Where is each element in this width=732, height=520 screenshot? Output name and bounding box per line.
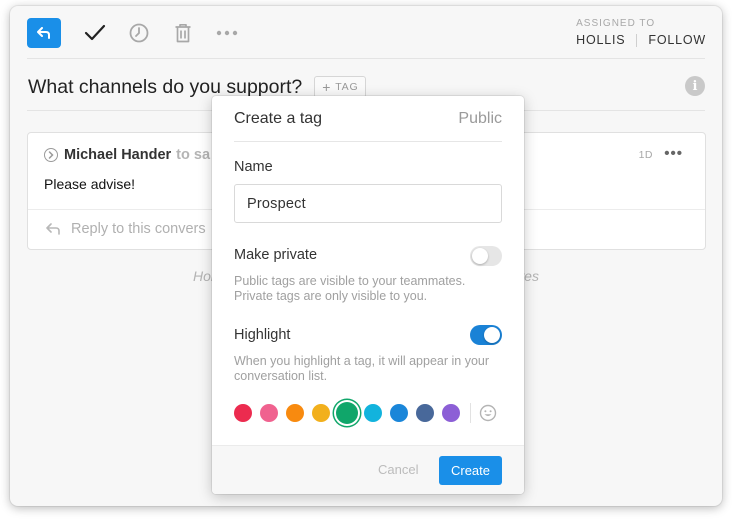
mark-done-button[interactable]	[78, 18, 112, 48]
reply-placeholder: Reply to this convers	[71, 221, 206, 237]
add-tag-button[interactable]: + TAG	[314, 76, 367, 98]
recipient-text: to sa	[176, 147, 211, 163]
color-swatch-7[interactable]	[390, 404, 408, 422]
snooze-button[interactable]	[122, 18, 156, 48]
make-private-toggle[interactable]	[470, 246, 502, 266]
popover-title: Create a tag	[234, 109, 323, 127]
color-swatch-5[interactable]	[336, 402, 358, 424]
name-label: Name	[234, 159, 273, 175]
clock-icon	[129, 23, 149, 43]
create-button[interactable]: Create	[439, 456, 502, 485]
more-actions-button[interactable]	[210, 18, 244, 48]
color-swatches	[234, 402, 497, 424]
highlight-toggle[interactable]	[470, 325, 502, 345]
follow-button[interactable]: FOLLOW	[648, 33, 706, 47]
divider	[470, 403, 471, 423]
color-swatch-4[interactable]	[312, 404, 330, 422]
expand-chevron-icon[interactable]	[44, 148, 58, 162]
toolbar-divider	[27, 58, 705, 59]
plus-icon: +	[322, 79, 332, 95]
checkmark-icon	[84, 24, 106, 41]
private-help-line-1: Public tags are visible to your teammate…	[234, 274, 466, 288]
reply-arrow-icon	[37, 27, 50, 39]
smiley-icon[interactable]	[479, 404, 497, 422]
make-private-label: Make private	[234, 247, 318, 263]
private-help-line-2: Private tags are only visible to you.	[234, 289, 428, 303]
highlight-help-line-2: conversation list.	[234, 369, 328, 383]
assignment-panel: ASSIGNED TO HOLLIS FOLLOW	[576, 18, 706, 47]
reply-button[interactable]	[27, 18, 61, 48]
trash-icon	[175, 23, 191, 43]
color-swatch-9[interactable]	[442, 404, 460, 422]
cancel-button[interactable]: Cancel	[378, 462, 418, 477]
assigned-to-label: ASSIGNED TO	[576, 18, 656, 29]
message-more-button[interactable]: •••	[664, 145, 683, 162]
create-tag-popover: Create a tag Public Name Make private Pu…	[212, 96, 524, 494]
message-body: Please advise!	[44, 176, 136, 192]
toggle-knob	[472, 248, 488, 264]
toggle-knob	[484, 327, 500, 343]
color-swatch-3[interactable]	[286, 404, 304, 422]
assignee-button[interactable]: HOLLIS	[576, 33, 625, 47]
tag-name-input[interactable]	[234, 184, 502, 223]
message-time: 1D	[638, 149, 653, 161]
add-tag-label: TAG	[335, 81, 359, 93]
highlight-help-text: When you highlight a tag, it will appear…	[234, 354, 504, 384]
color-swatch-8[interactable]	[416, 404, 434, 422]
private-help-text: Public tags are visible to your teammate…	[234, 274, 504, 304]
delete-button[interactable]	[166, 18, 200, 48]
toolbar: ASSIGNED TO HOLLIS FOLLOW	[10, 6, 722, 58]
ellipsis-icon	[216, 30, 238, 36]
reply-input[interactable]: Reply to this convers	[46, 221, 206, 237]
popover-footer: Cancel Create	[212, 445, 524, 494]
reply-arrow-icon	[46, 223, 60, 235]
color-swatch-6[interactable]	[364, 404, 382, 422]
visibility-label: Public	[458, 109, 502, 127]
highlight-help-line-1: When you highlight a tag, it will appear…	[234, 354, 490, 368]
color-swatch-2[interactable]	[260, 404, 278, 422]
info-icon[interactable]: i	[685, 76, 705, 96]
color-swatch-1[interactable]	[234, 404, 252, 422]
divider	[636, 33, 638, 47]
sender-name[interactable]: Michael Hander	[64, 147, 171, 163]
highlight-label: Highlight	[234, 327, 291, 343]
